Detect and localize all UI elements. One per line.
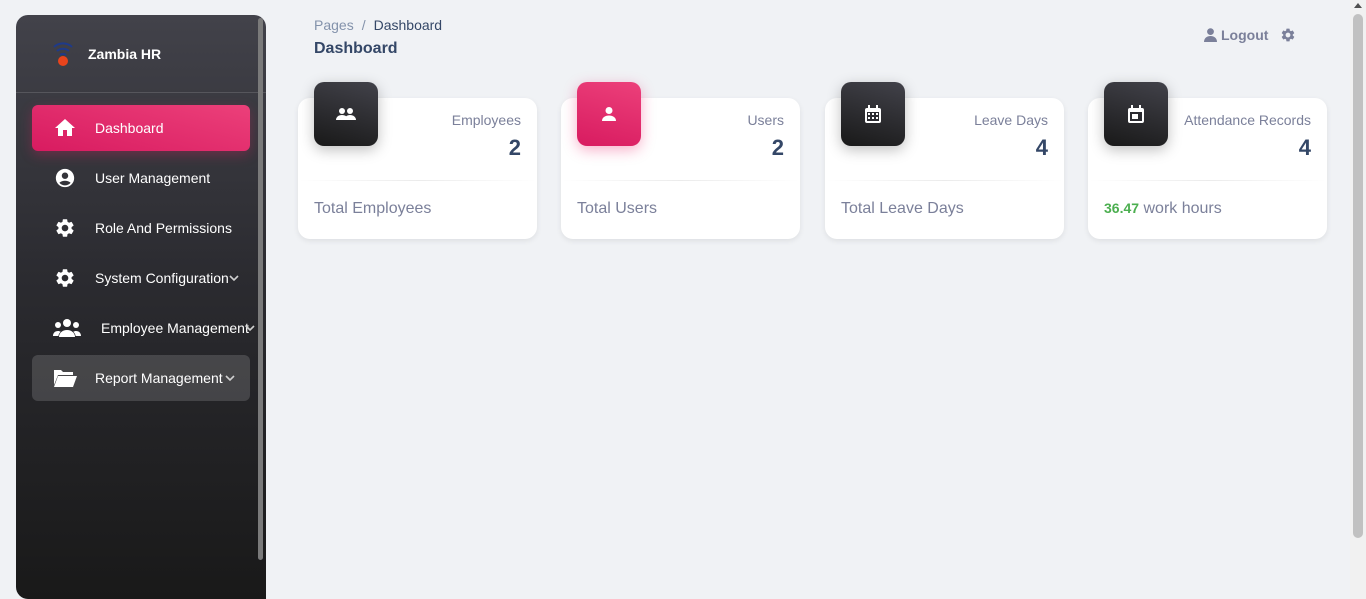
person-icon — [1204, 28, 1217, 42]
card-value: 2 — [771, 135, 784, 160]
gear-icon — [53, 266, 77, 290]
sidebar-item-label: Report Management — [95, 370, 223, 386]
brand[interactable]: Zambia HR — [16, 15, 266, 93]
card-footer: 36.47 work hours — [1104, 200, 1222, 218]
sidebar-scrollbar[interactable] — [258, 18, 263, 560]
chevron-down-icon — [244, 321, 256, 333]
chevron-down-icon — [228, 271, 240, 283]
gear-icon — [53, 216, 77, 240]
settings-button[interactable] — [1280, 27, 1296, 48]
sidebar-item-role-and-permissions[interactable]: Role And Permissions — [32, 205, 250, 251]
logout-label: Logout — [1221, 27, 1269, 43]
sidebar-item-dashboard[interactable]: Dashboard — [32, 105, 250, 151]
users-card: Users 2 Total Users — [561, 82, 800, 239]
employees-card: Employees 2 Total Employees — [298, 82, 537, 239]
card-divider — [298, 180, 537, 181]
group-icon — [314, 82, 378, 146]
sidebar-item-label: Employee Management — [101, 320, 249, 336]
sidebar-item-label: User Management — [95, 170, 211, 186]
chevron-down-icon — [224, 371, 236, 383]
sidebar-item-employee-management[interactable]: Employee Management — [32, 305, 255, 351]
card-value: 4 — [1035, 135, 1048, 160]
attendance-records-card: Attendance Records 4 36.47 work hours — [1088, 82, 1327, 239]
breadcrumb-separator: / — [361, 17, 366, 33]
breadcrumb-current: Dashboard — [373, 17, 443, 33]
folder-open-icon — [53, 366, 77, 390]
card-label: Users — [747, 112, 784, 128]
event-icon — [1104, 82, 1168, 146]
page-title: Dashboard — [314, 40, 398, 57]
brand-name: Zambia HR — [88, 45, 162, 62]
brand-logo-icon — [50, 39, 76, 69]
person-icon — [577, 82, 641, 146]
account-circle-icon — [53, 166, 77, 190]
card-footer: Total Employees — [314, 200, 432, 217]
card-value: 2 — [508, 135, 521, 160]
gear-icon — [1281, 28, 1295, 42]
sidebar: Zambia HR Dashboard User Management Role… — [16, 15, 266, 599]
group-icon — [53, 316, 81, 340]
sidebar-item-label: Role And Permissions — [95, 220, 232, 236]
sidebar-item-label: System Configuration — [95, 270, 229, 286]
logout-button[interactable]: Logout — [1204, 27, 1268, 43]
sidebar-item-label: Dashboard — [95, 120, 164, 136]
scroll-up-arrow-icon[interactable] — [1354, 3, 1362, 8]
card-divider — [825, 180, 1064, 181]
work-hours-label: work hours — [1139, 200, 1222, 217]
card-footer: Total Leave Days — [841, 200, 964, 217]
leave-days-card: Leave Days 4 Total Leave Days — [825, 82, 1064, 239]
card-label: Attendance Records — [1184, 112, 1311, 128]
sidebar-nav: Dashboard User Management Role And Permi… — [16, 93, 266, 401]
calendar-icon — [841, 82, 905, 146]
breadcrumb-root[interactable]: Pages — [314, 17, 354, 33]
breadcrumb: Pages / Dashboard — [314, 17, 442, 33]
work-hours-value: 36.47 — [1104, 200, 1140, 216]
window-scrollbar[interactable] — [1350, 0, 1366, 599]
sidebar-item-system-configuration[interactable]: System Configuration — [32, 255, 250, 301]
card-footer: Total Users — [577, 200, 658, 217]
card-label: Leave Days — [974, 112, 1048, 128]
card-divider — [1088, 180, 1327, 181]
sidebar-item-user-management[interactable]: User Management — [32, 155, 250, 201]
sidebar-item-report-management[interactable]: Report Management — [32, 355, 250, 401]
card-value: 4 — [1298, 135, 1311, 160]
home-icon — [53, 116, 77, 140]
card-divider — [561, 180, 800, 181]
card-label: Employees — [451, 112, 521, 128]
scrollbar-thumb[interactable] — [1353, 14, 1363, 538]
